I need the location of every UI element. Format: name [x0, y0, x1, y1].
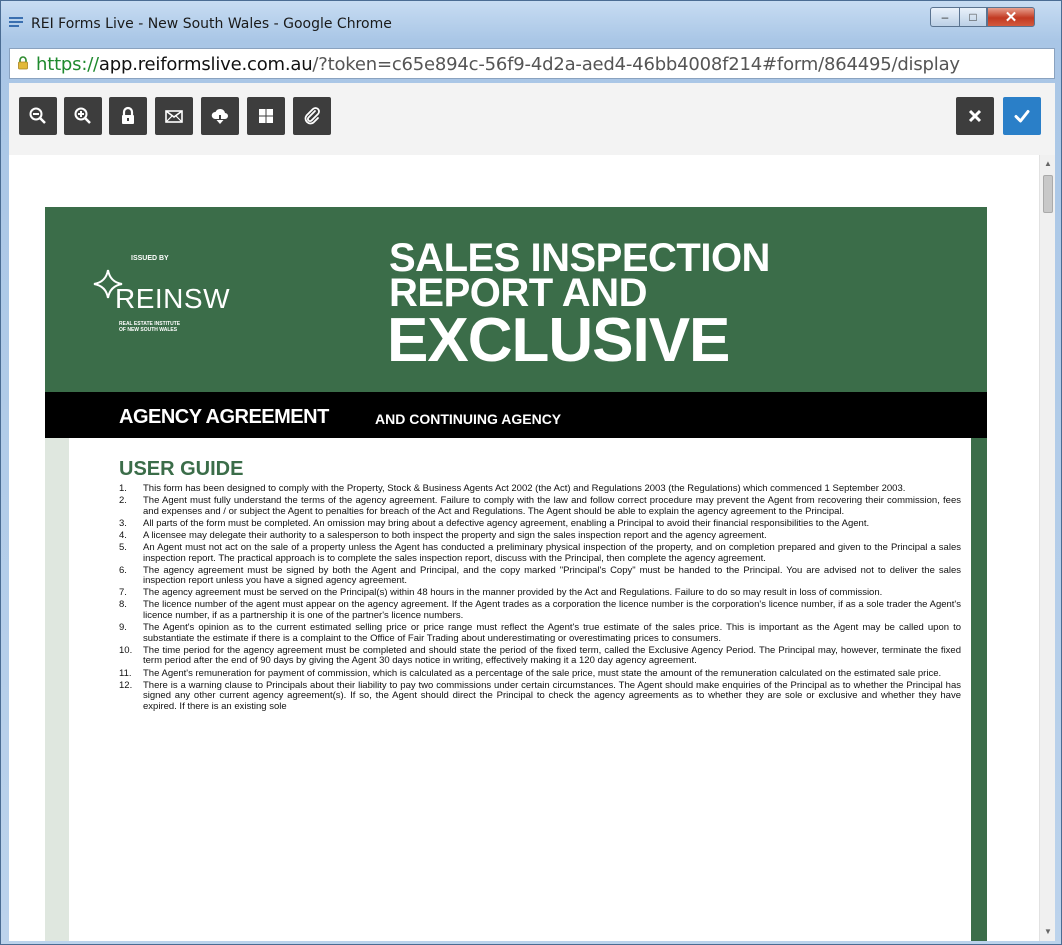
guide-item: 3. All parts of the form must be complete…	[119, 517, 961, 530]
guide-item-number: 7.	[119, 587, 127, 599]
guide-item-text: The Agent must fully understand the term…	[143, 495, 961, 517]
guide-item: 1. This form has been designed to comply …	[119, 483, 961, 495]
guide-item-number: 2.	[119, 495, 127, 507]
lock-button[interactable]	[109, 97, 147, 135]
guide-item-text: The agency agreement must be signed by b…	[143, 564, 961, 587]
url-text[interactable]: https://app.reiformslive.com.au/?token=c…	[36, 54, 960, 75]
guide-item: 11. The Agent's remuneration for payment …	[119, 667, 961, 680]
envelope-icon	[165, 110, 183, 123]
guide-item: 2. The Agent must fully understand the te…	[119, 495, 961, 517]
guide-item: 10. The time period for the agency agreem…	[119, 644, 961, 667]
guide-item-text: The licence number of the agent must app…	[143, 599, 961, 622]
form-heading-line3: EXCLUSIVE	[387, 306, 730, 375]
guide-item-number: 5.	[119, 541, 127, 553]
close-form-button[interactable]	[956, 97, 994, 135]
guide-item-number: 6.	[119, 564, 127, 576]
guide-item: 4. A licensee may delegate their authorit…	[119, 529, 961, 542]
scroll-down-arrow[interactable]: ▼	[1040, 925, 1055, 939]
logo-subtitle: REAL ESTATE INSTITUTE OF NEW SOUTH WALES	[119, 321, 180, 333]
minimize-button[interactable]: –	[930, 7, 959, 27]
maximize-button[interactable]: □	[959, 7, 987, 27]
guide-item-text: A licensee may delegate their authority …	[143, 529, 767, 541]
guide-item: 7. The agency agreement must be served on…	[119, 588, 961, 599]
guide-item-text: The Agent's remuneration for payment of …	[143, 667, 942, 679]
close-window-button[interactable]: ✕	[987, 7, 1035, 27]
zoom-in-button[interactable]	[64, 97, 102, 135]
grid-view-button[interactable]	[247, 97, 285, 135]
guide-item: 9. The Agent's opinion as to the current …	[119, 622, 961, 644]
guide-margin	[45, 438, 69, 941]
title-bar: REI Forms Live - New South Wales - Googl…	[1, 1, 1061, 45]
lock-icon	[122, 106, 134, 124]
url-scheme: https://	[36, 54, 99, 75]
scroll-up-arrow[interactable]: ▲	[1040, 157, 1055, 171]
form-heading-line1: SALES INSPECTION	[389, 236, 770, 280]
guide-item-number: 1.	[119, 483, 127, 494]
document-viewer[interactable]: ISSUED BY REINSW REAL ESTATE INSTITUTE O…	[9, 155, 1039, 941]
guide-item-number: 11.	[119, 667, 132, 679]
logo-name: REINSW	[115, 283, 230, 314]
form-page: ISSUED BY REINSW REAL ESTATE INSTITUTE O…	[45, 207, 987, 941]
zoom-in-icon	[74, 107, 91, 124]
paperclip-icon	[304, 107, 320, 125]
guide-item-number: 9.	[119, 622, 127, 634]
guide-item-number: 12.	[119, 679, 133, 691]
guide-item: 5. An Agent must not act on the sale of a…	[119, 541, 961, 564]
guide-item-text: This form has been designed to comply wi…	[143, 483, 906, 494]
agency-title: AGENCY AGREEMENT	[119, 406, 329, 428]
browser-window: REI Forms Live - New South Wales - Googl…	[0, 0, 1062, 945]
guide-item-number: 3.	[119, 517, 127, 529]
grid-icon	[259, 109, 273, 123]
guide-item: 12. There is a warning clause to Principa…	[119, 679, 961, 713]
secure-lock-icon	[18, 56, 28, 70]
user-guide-title: USER GUIDE	[119, 458, 244, 480]
agency-subtitle: AND CONTINUING AGENCY	[375, 411, 562, 427]
scroll-thumb[interactable]	[1043, 175, 1053, 213]
form-toolbar	[9, 83, 1055, 156]
download-button[interactable]	[201, 97, 239, 135]
cloud-download-icon	[211, 108, 228, 124]
app-icon	[9, 17, 23, 27]
guide-item: 8. The licence number of the agent must a…	[119, 600, 961, 621]
address-bar[interactable]: https://app.reiformslive.com.au/?token=c…	[9, 48, 1055, 79]
guide-item-text: There is a warning clause to Principals …	[143, 679, 961, 712]
guide-item-number: 10.	[119, 644, 133, 656]
close-icon	[968, 109, 982, 123]
guide-item-number: 8.	[119, 599, 127, 611]
email-button[interactable]	[155, 97, 193, 135]
url-path: /?token=c65e894c-56f9-4d2a-aed4-46bb4008…	[312, 54, 960, 75]
page-content: ISSUED BY REINSW REAL ESTATE INSTITUTE O…	[9, 83, 1055, 941]
guide-item-number: 4.	[119, 529, 127, 541]
user-guide-section: USER GUIDE 1. This form has been designed…	[69, 438, 971, 941]
zoom-out-icon	[29, 107, 46, 124]
guide-item: 6. The agency agreement must be signed by…	[119, 564, 961, 587]
logo-subtitle-line2: OF NEW SOUTH WALES	[119, 327, 178, 333]
user-guide-list: 1. This form has been designed to comply …	[119, 483, 961, 714]
attach-button[interactable]	[293, 97, 331, 135]
issued-by-label: ISSUED BY	[131, 255, 169, 262]
zoom-out-button[interactable]	[19, 97, 57, 135]
form-heading-line2: REPORT AND	[389, 271, 647, 315]
guide-item-text: All parts of the form must be completed.…	[143, 517, 870, 529]
guide-item-text: The Agent's opinion as to the current es…	[143, 622, 961, 644]
guide-item-text: The time period for the agency agreement…	[143, 644, 961, 667]
window-title: REI Forms Live - New South Wales - Googl…	[31, 16, 392, 32]
confirm-button[interactable]	[1003, 97, 1041, 135]
checkmark-icon	[1014, 110, 1030, 123]
guide-item-text: An Agent must not act on the sale of a p…	[143, 541, 961, 564]
vertical-scrollbar[interactable]: ▲ ▼	[1039, 155, 1055, 941]
agency-banner: AGENCY AGREEMENT AND CONTINUING AGENCY	[45, 392, 987, 438]
url-host: app.reiformslive.com.au	[98, 54, 313, 75]
guide-item-text: The agency agreement must be served on t…	[143, 587, 883, 599]
